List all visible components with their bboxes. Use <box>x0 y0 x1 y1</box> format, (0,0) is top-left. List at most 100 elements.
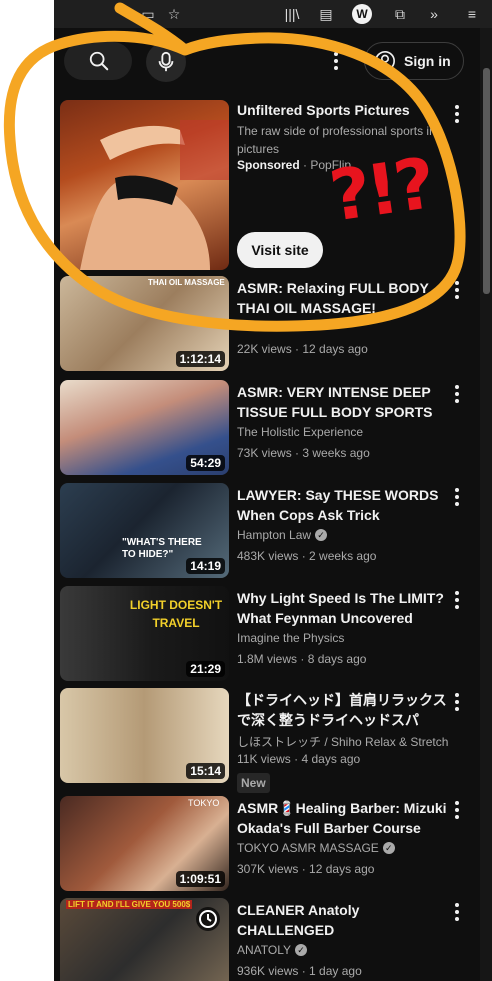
video-item[interactable]: LIGHT DOESN'T TRAVEL 21:29 Why Light Spe… <box>54 586 480 686</box>
scrollbar-thumb[interactable] <box>483 68 490 294</box>
video-title[interactable]: LAWYER: Say THESE WORDS When Cops Ask Tr… <box>237 485 447 525</box>
dot-icon <box>455 295 459 299</box>
account-icon <box>375 51 395 71</box>
video-item[interactable]: 15:14 【ドライヘッド】首肩リラックスで深く整うドライヘッドスパ しほストレ… <box>54 688 480 793</box>
channel-name[interactable]: Imagine the Physics <box>237 631 452 645</box>
dot-icon <box>455 801 459 805</box>
new-badge: New <box>237 773 270 793</box>
dot-icon <box>455 917 459 921</box>
thumbnail-caption: LIFT IT AND I'LL GIVE YOU 500$ <box>66 900 193 909</box>
duration-badge: 15:14 <box>186 763 225 779</box>
video-title[interactable]: CLEANER Anatoly CHALLENGED BODYBUILDERS.… <box>237 900 447 940</box>
video-title[interactable]: ASMR💈Healing Barber: Mizuki Okada's Full… <box>237 798 447 838</box>
channel-name[interactable]: The Holistic Experience <box>237 425 452 439</box>
channel-name[interactable]: ANATOLY ✓ <box>237 943 452 957</box>
dot-icon <box>455 105 459 109</box>
dot-icon <box>455 488 459 492</box>
visit-site-button[interactable]: Visit site <box>237 232 323 268</box>
page-scrollbar[interactable] <box>480 28 492 981</box>
dot-icon <box>455 288 459 292</box>
search-icon <box>89 51 109 71</box>
channel-label: ANATOLY <box>237 943 292 957</box>
video-meta: 73K views · 3 weeks ago <box>237 446 370 460</box>
video-item[interactable]: TOKYO 1:09:51 ASMR💈Healing Barber: Mizuk… <box>54 796 480 896</box>
dot-icon <box>455 598 459 602</box>
video-item[interactable]: LIFT IT AND I'LL GIVE YOU 500$ CLEANER A… <box>54 898 480 981</box>
video-meta: 936K views · 1 day ago <box>237 964 362 978</box>
video-item[interactable]: 54:29 ASMR: VERY INTENSE DEEP TISSUE FUL… <box>54 380 480 480</box>
page-margin <box>0 0 54 981</box>
watch-later-icon[interactable] <box>195 906 221 932</box>
verified-icon: ✓ <box>295 944 308 956</box>
video-title[interactable]: Why Light Speed Is The LIMIT? What Feynm… <box>237 588 447 628</box>
upload-age: 8 days ago <box>307 652 367 666</box>
video-thumbnail[interactable]: TOKYO 1:09:51 <box>60 796 229 891</box>
video-more-button[interactable] <box>451 590 463 610</box>
reader-view-icon[interactable]: ▤ <box>316 4 336 24</box>
channel-label: TOKYO ASMR MASSAGE <box>237 841 379 855</box>
ad-title[interactable]: Unfiltered Sports Pictures <box>237 102 447 118</box>
annotation-text: ?!? <box>324 142 437 238</box>
search-button[interactable] <box>64 42 132 80</box>
video-title[interactable]: ASMR: VERY INTENSE DEEP TISSUE FULL BODY… <box>237 382 447 422</box>
video-title[interactable]: 【ドライヘッド】首肩リラックスで深く整うドライヘッドスパ <box>237 690 447 730</box>
video-thumbnail[interactable]: LIFT IT AND I'LL GIVE YOU 500$ <box>60 898 229 981</box>
ad-thumbnail[interactable] <box>60 100 229 270</box>
chevron-more-icon[interactable]: » <box>424 4 444 24</box>
dot-icon <box>455 605 459 609</box>
channel-label: Imagine the Physics <box>237 631 345 645</box>
video-more-button[interactable] <box>451 384 463 404</box>
video-more-button[interactable] <box>451 487 463 507</box>
upload-age: 4 days ago <box>301 752 361 766</box>
ad-more-button[interactable] <box>451 104 463 124</box>
dot-icon <box>455 502 459 506</box>
video-thumbnail[interactable]: THAI OIL MASSAGE 1:12:14 <box>60 276 229 371</box>
video-thumbnail[interactable]: 54:29 <box>60 380 229 475</box>
channel-name[interactable]: しほストレッチ / Shiho Relax & Stretch <box>237 733 452 750</box>
video-item[interactable]: "WHAT'S THERE TO HIDE?" 14:19 LAWYER: Sa… <box>54 483 480 583</box>
verified-icon: ✓ <box>382 842 395 854</box>
duration-badge: 54:29 <box>186 455 225 471</box>
channel-name[interactable]: TOKYO ASMR MASSAGE ✓ <box>237 841 452 855</box>
video-title[interactable]: ASMR: Relaxing FULL BODY THAI OIL MASSAG… <box>237 278 447 318</box>
duration-badge: 21:29 <box>186 661 225 677</box>
dot-icon <box>455 591 459 595</box>
tab-icon[interactable]: ▭ <box>138 4 158 24</box>
sign-in-button[interactable]: Sign in <box>364 42 464 80</box>
video-more-button[interactable] <box>451 902 463 922</box>
view-count: 22K views <box>237 342 292 356</box>
dot-icon <box>455 707 459 711</box>
thumbnail-caption: THAI OIL MASSAGE <box>148 278 225 287</box>
view-count: 73K views <box>237 446 292 460</box>
view-count: 307K views <box>237 862 299 876</box>
channel-name[interactable]: Hampton Law ✓ <box>237 528 452 542</box>
sign-in-label: Sign in <box>404 53 451 69</box>
video-thumbnail[interactable]: "WHAT'S THERE TO HIDE?" 14:19 <box>60 483 229 578</box>
dot-icon <box>455 815 459 819</box>
dot-icon <box>455 399 459 403</box>
video-meta: 307K views · 12 days ago <box>237 862 375 876</box>
video-item[interactable]: THAI OIL MASSAGE 1:12:14 ASMR: Relaxing … <box>54 276 480 376</box>
video-more-button[interactable] <box>451 692 463 712</box>
dot-icon <box>455 392 459 396</box>
video-more-button[interactable] <box>451 280 463 300</box>
dot-icon <box>455 495 459 499</box>
video-meta: 22K views · 12 days ago <box>237 342 368 356</box>
w-extension-icon[interactable]: W <box>352 4 372 24</box>
duration-badge: 1:09:51 <box>175 871 225 887</box>
dot-icon <box>455 281 459 285</box>
video-thumbnail[interactable]: 15:14 <box>60 688 229 783</box>
view-count: 483K views <box>237 549 299 563</box>
menu-icon[interactable]: ≡ <box>462 4 482 24</box>
library-icon[interactable]: |||\ <box>282 4 302 24</box>
more-options-button[interactable] <box>326 50 346 72</box>
view-count: 1.8M views <box>237 652 298 666</box>
voice-search-button[interactable] <box>146 42 186 82</box>
video-meta: 11K views · 4 days ago <box>237 752 361 766</box>
duration-badge: 1:12:14 <box>175 351 225 367</box>
video-more-button[interactable] <box>451 800 463 820</box>
video-thumbnail[interactable]: LIGHT DOESN'T TRAVEL 21:29 <box>60 586 229 681</box>
bookmark-icon[interactable]: ☆ <box>164 4 184 24</box>
browser-toolbar: ▭ ☆ |||\ ▤ W ⧉ » ≡ <box>54 0 492 28</box>
puzzle-extensions-icon[interactable]: ⧉ <box>390 4 410 24</box>
